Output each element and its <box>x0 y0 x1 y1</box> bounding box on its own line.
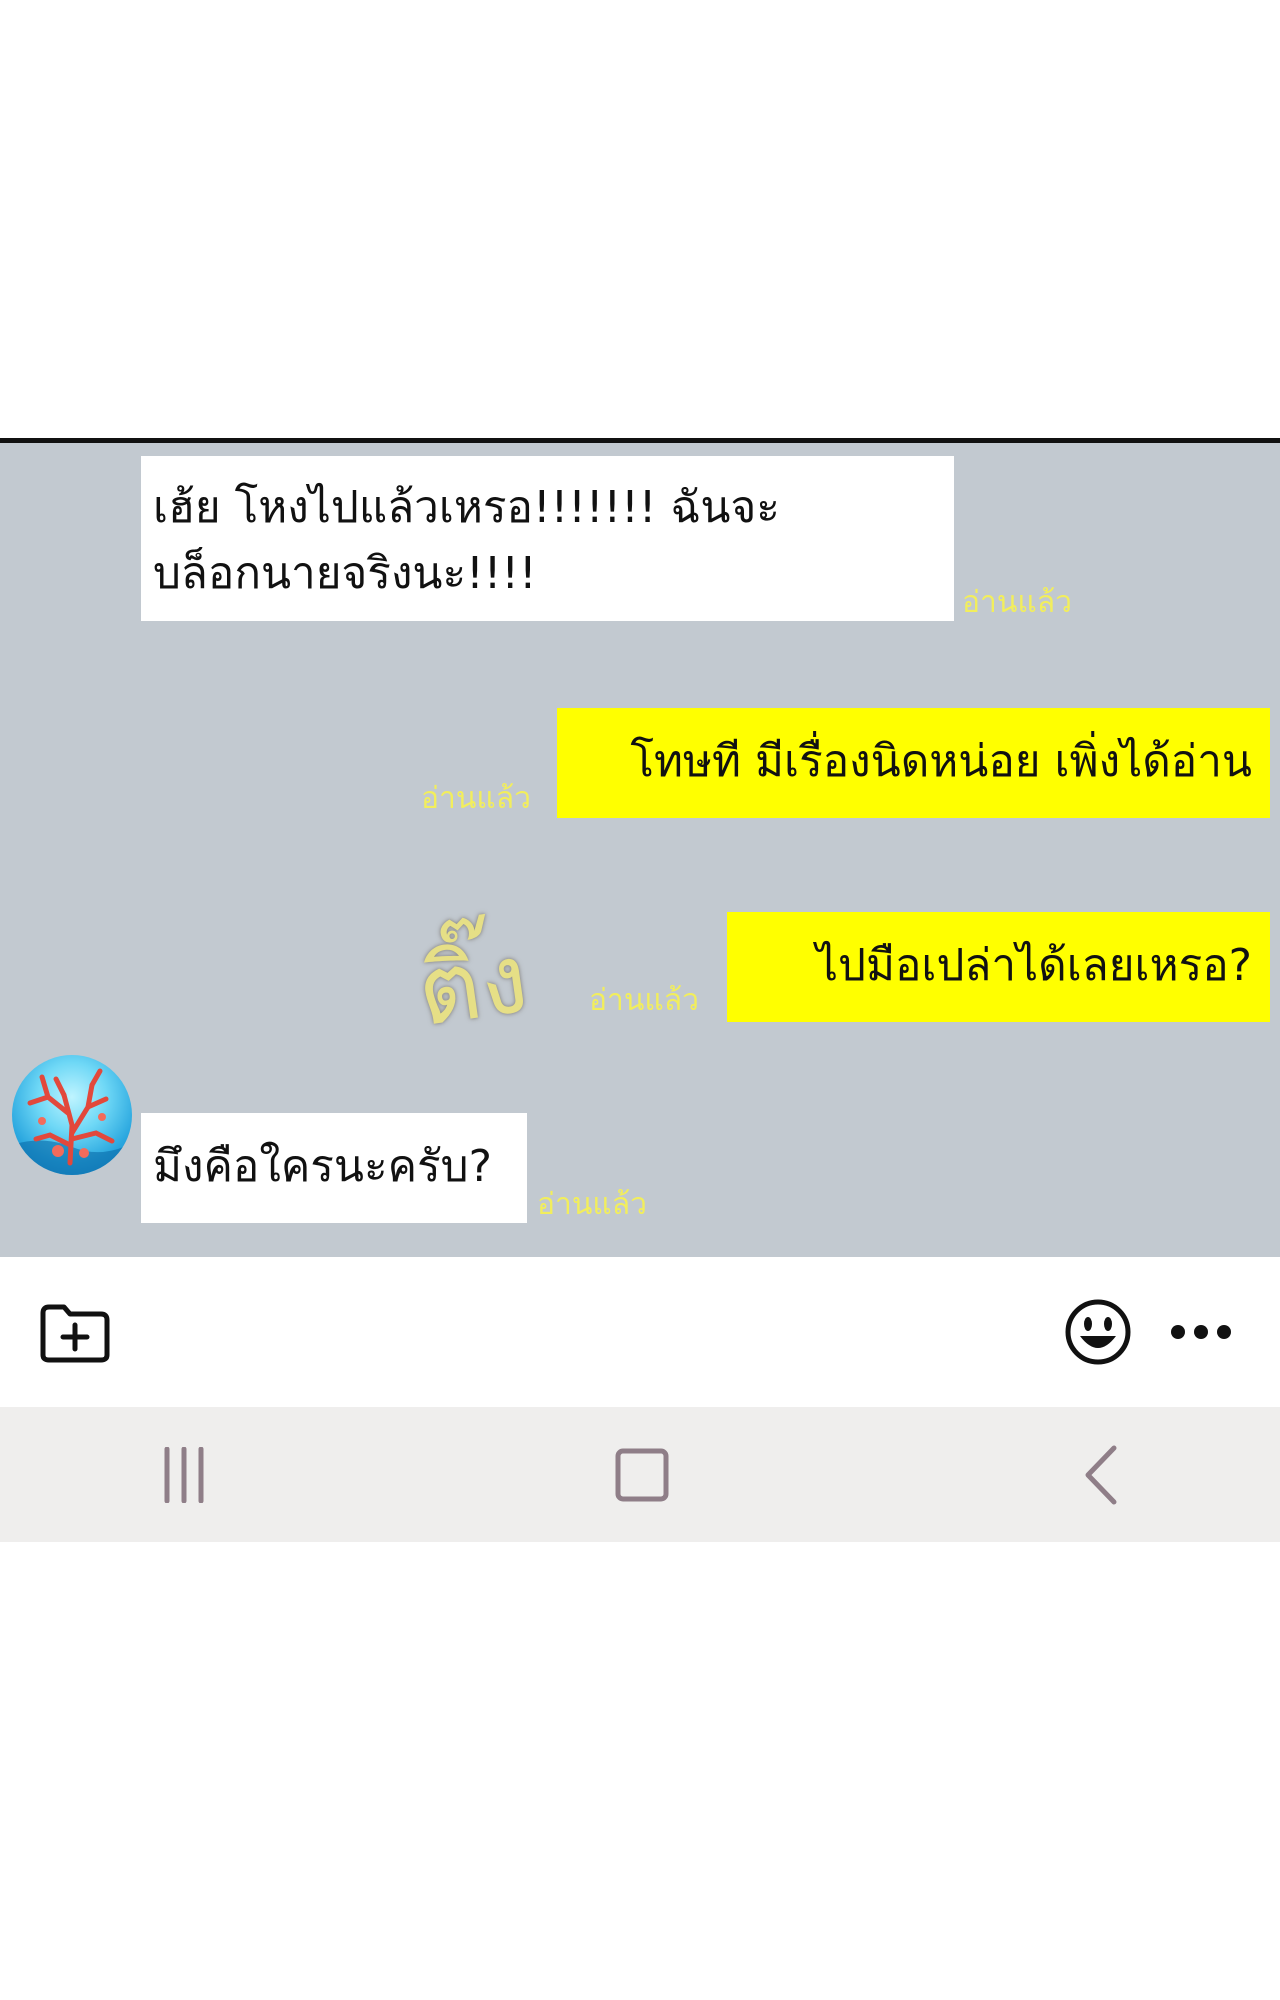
home-square-icon[interactable] <box>610 1445 674 1505</box>
chat-screen: เฮ้ย โหงไปแล้วเหรอ!!!!!!! ฉันจะ บล็อกนาย… <box>0 438 1280 1542</box>
outgoing-message-bubble[interactable]: ไปมือเปล่าได้เลยเหรอ? <box>727 912 1270 1022</box>
folder-plus-icon[interactable] <box>36 1297 114 1369</box>
read-receipt: อ่านแล้ว <box>962 585 1072 620</box>
contact-avatar[interactable] <box>12 1055 132 1175</box>
smiley-icon[interactable] <box>1063 1297 1133 1367</box>
back-chevron-icon[interactable] <box>1074 1445 1130 1505</box>
recent-apps-icon[interactable] <box>154 1445 214 1505</box>
incoming-message-bubble[interactable]: เฮ้ย โหงไปแล้วเหรอ!!!!!!! ฉันจะ บล็อกนาย… <box>141 456 954 621</box>
more-dots-icon[interactable] <box>1166 1317 1236 1347</box>
incoming-message-bubble[interactable]: มึงคือใครนะครับ? <box>141 1113 527 1223</box>
read-receipt: อ่านแล้ว <box>421 781 531 816</box>
sound-effect-text: ติ๊ง <box>410 921 535 1049</box>
message-toolbar <box>0 1257 1280 1407</box>
outgoing-message-bubble[interactable]: โทษที มีเรื่องนิดหน่อย เพิ่งได้อ่าน <box>557 708 1270 818</box>
read-receipt: อ่านแล้ว <box>537 1187 647 1222</box>
android-nav-bar <box>0 1407 1280 1542</box>
chat-area[interactable]: เฮ้ย โหงไปแล้วเหรอ!!!!!!! ฉันจะ บล็อกนาย… <box>0 443 1280 1257</box>
read-receipt: อ่านแล้ว <box>589 983 699 1018</box>
coral-icon <box>12 1068 132 1175</box>
